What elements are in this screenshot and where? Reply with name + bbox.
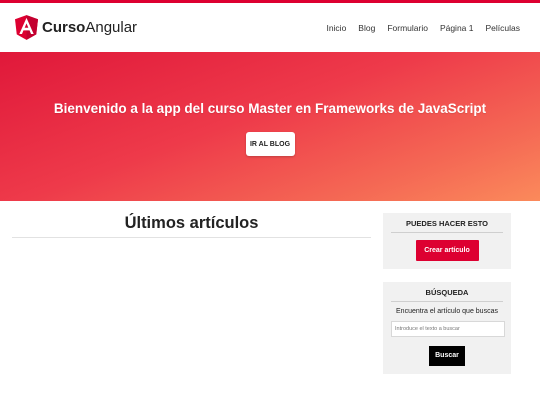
nav-item-peliculas[interactable]: Películas: [486, 23, 521, 33]
create-article-button[interactable]: Crear artículo: [415, 240, 479, 261]
nav-item-formulario[interactable]: Formulario: [387, 23, 428, 33]
search-description: Encuentra el artículo que buscas: [396, 308, 498, 315]
actions-title: PUEDES HACER ESTO: [391, 219, 503, 233]
hero-banner: Bienvenido a la app del curso Master en …: [0, 52, 540, 201]
angular-logo-icon: [15, 15, 38, 40]
search-input[interactable]: [391, 321, 505, 337]
actions-box: PUEDES HACER ESTO Crear artículo: [383, 213, 511, 269]
header: CursoAngular Inicio Blog Formulario Pági…: [0, 3, 540, 52]
content-section: Últimos artículos: [12, 201, 371, 387]
main-nav: Inicio Blog Formulario Página 1 Película…: [326, 23, 520, 33]
hero-title: Bienvenido a la app del curso Master en …: [53, 101, 487, 116]
search-title: BÚSQUEDA: [391, 288, 503, 302]
brand-name-regular: Angular: [85, 19, 138, 36]
brand-name-bold: Curso: [42, 19, 86, 36]
sidebar: PUEDES HACER ESTO Crear artículo BÚSQUED…: [383, 201, 511, 387]
go-to-blog-button[interactable]: IR AL BLOG: [245, 132, 295, 156]
search-box: BÚSQUEDA Encuentra el artículo que busca…: [383, 282, 511, 374]
page-title: Últimos artículos: [12, 201, 371, 238]
nav-item-pagina-1[interactable]: Página 1: [440, 23, 474, 33]
nav-item-inicio[interactable]: Inicio: [326, 23, 346, 33]
brand-logo[interactable]: CursoAngular: [15, 15, 137, 40]
main-area: Últimos artículos PUEDES HACER ESTO Crea…: [0, 201, 540, 387]
search-button[interactable]: Buscar: [429, 346, 465, 366]
nav-item-blog[interactable]: Blog: [358, 23, 375, 33]
